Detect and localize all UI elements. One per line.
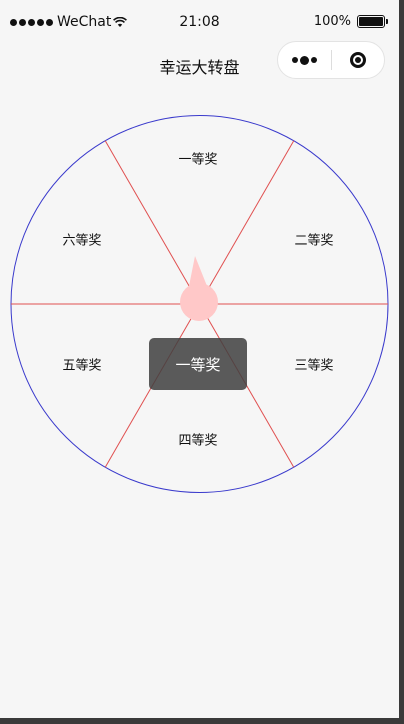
- prize-label: 六等奖: [62, 233, 102, 249]
- prize-label: 五等奖: [62, 358, 102, 374]
- prize-label: 三等奖: [294, 358, 334, 374]
- phone-screen: WeChat 21:08 100% 幸运大转盘 一等奖 二等奖 三等奖 四等奖 …: [0, 0, 399, 718]
- result-toast: 一等奖: [149, 338, 247, 390]
- prize-label: 四等奖: [178, 433, 218, 449]
- spin-pointer-button[interactable]: [180, 256, 218, 322]
- prize-label: 二等奖: [294, 233, 334, 249]
- prize-label: 一等奖: [178, 152, 218, 168]
